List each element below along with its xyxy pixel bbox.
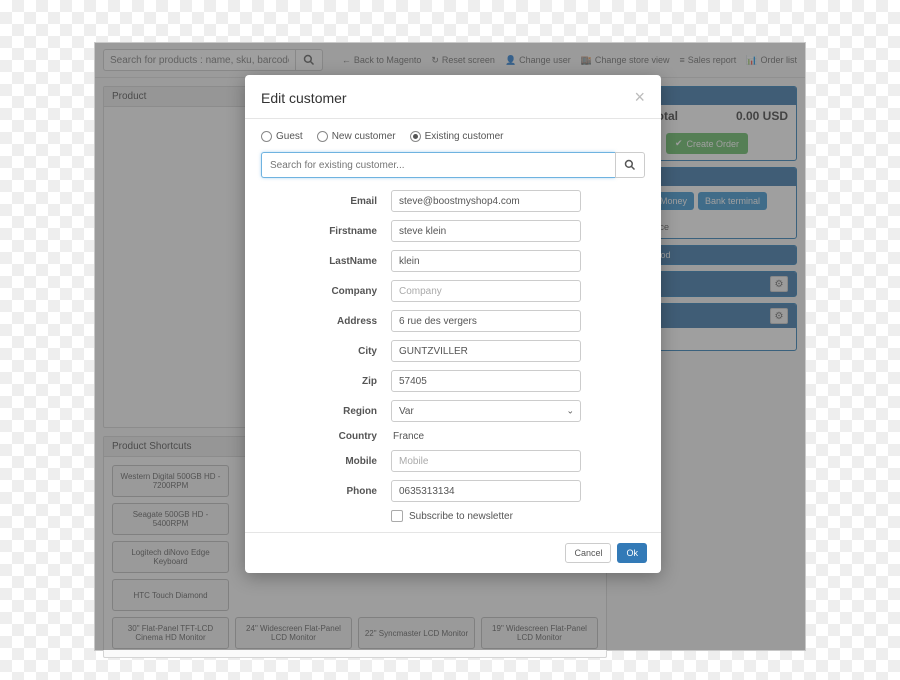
region-select[interactable] — [391, 400, 581, 422]
label-company: Company — [261, 286, 391, 297]
city-field[interactable] — [391, 340, 581, 362]
firstname-field[interactable] — [391, 220, 581, 242]
label-mobile: Mobile — [261, 456, 391, 467]
label-address: Address — [261, 316, 391, 327]
mobile-field[interactable] — [391, 450, 581, 472]
ok-button[interactable]: Ok — [617, 543, 647, 563]
label-lastname: LastName — [261, 256, 391, 267]
subscribe-checkbox[interactable] — [391, 510, 403, 522]
modal-title: Edit customer — [261, 90, 347, 106]
phone-field[interactable] — [391, 480, 581, 502]
customer-search — [261, 152, 645, 178]
company-field[interactable] — [391, 280, 581, 302]
label-firstname: Firstname — [261, 226, 391, 237]
customer-type-radios: Guest New customer Existing customer — [261, 131, 645, 142]
label-phone: Phone — [261, 486, 391, 497]
radio-existing-customer[interactable]: Existing customer — [410, 131, 504, 142]
cancel-button[interactable]: Cancel — [565, 543, 611, 563]
country-value: France — [391, 431, 424, 442]
radio-new-customer[interactable]: New customer — [317, 131, 396, 142]
search-icon — [624, 159, 636, 171]
customer-search-button[interactable] — [615, 152, 645, 178]
label-city: City — [261, 346, 391, 357]
edit-customer-modal: Edit customer × Guest New customer Exist… — [245, 75, 661, 573]
subscribe-row[interactable]: Subscribe to newsletter — [391, 510, 645, 522]
address-field[interactable] — [391, 310, 581, 332]
subscribe-label: Subscribe to newsletter — [409, 511, 513, 522]
radio-guest[interactable]: Guest — [261, 131, 303, 142]
zip-field[interactable] — [391, 370, 581, 392]
close-icon[interactable]: × — [634, 87, 645, 108]
label-region: Region — [261, 406, 391, 417]
email-field[interactable] — [391, 190, 581, 212]
app-window: ← Back to Magento ↻ Reset screen 👤 Chang… — [94, 42, 806, 651]
label-zip: Zip — [261, 376, 391, 387]
label-country: Country — [261, 431, 391, 442]
label-email: Email — [261, 196, 391, 207]
customer-search-input[interactable] — [261, 152, 615, 178]
lastname-field[interactable] — [391, 250, 581, 272]
